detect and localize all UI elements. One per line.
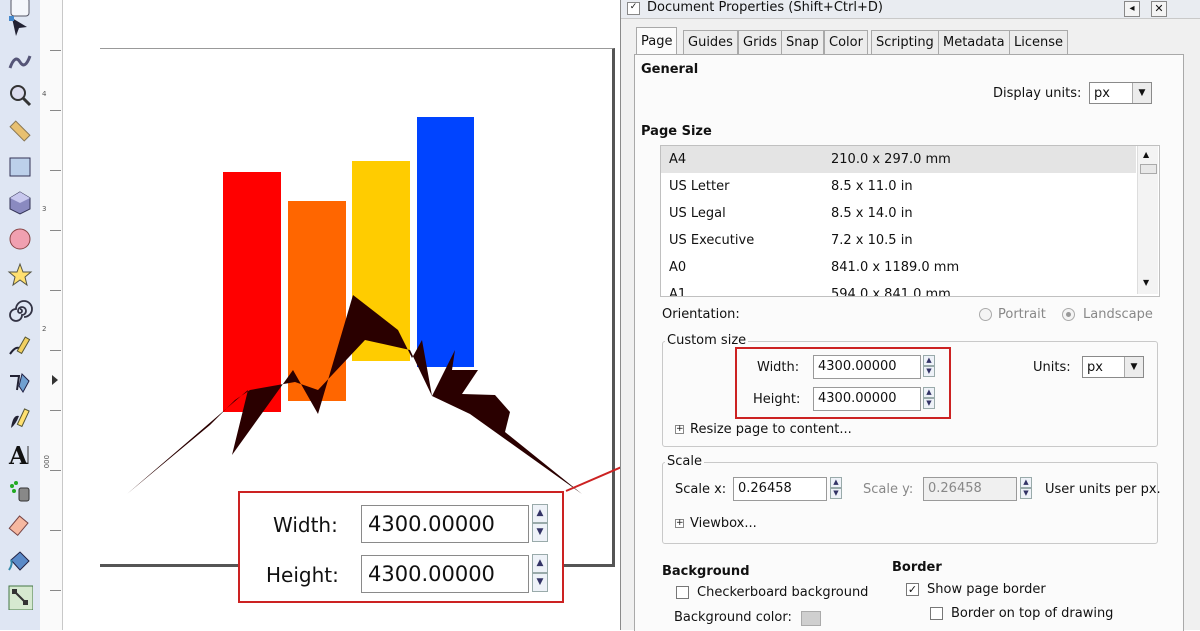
list-item[interactable]: US Executive 7.2 x 10.5 in: [661, 227, 1136, 254]
tab-grids[interactable]: Grids: [738, 30, 783, 55]
tab-license[interactable]: License: [1009, 30, 1069, 55]
callout-width-label: Width:: [273, 513, 338, 537]
dialog-icon: ✓: [627, 2, 640, 15]
size-fields-callout: Width: 4300.00000 ▲ ▼ Height: 4300.00000 …: [238, 491, 564, 603]
display-units-value: px: [1094, 86, 1110, 101]
checkerboard-checkbox[interactable]: [676, 586, 689, 599]
scale-x-label: Scale x:: [675, 482, 727, 497]
show-border-label: Show page border: [927, 582, 1046, 597]
mountain-shape[interactable]: [127, 295, 582, 494]
bg-color-label: Background color:: [674, 610, 792, 625]
callout-height-input[interactable]: 4300.00000: [361, 555, 529, 593]
page-size-scrollbar[interactable]: ▲ ▼: [1137, 146, 1158, 294]
checkerboard-label: Checkerboard background: [697, 585, 869, 600]
units-label: Units:: [1033, 360, 1071, 375]
bg-color-button[interactable]: [801, 611, 821, 626]
portrait-radio[interactable]: [979, 308, 992, 321]
callout-width-input[interactable]: 4300.00000: [361, 505, 529, 543]
scale-x-input[interactable]: 0.26458: [733, 477, 827, 501]
scale-y-spinner: ▲ ▼: [1020, 477, 1032, 501]
dialog-title: Document Properties (Shift+Ctrl+D): [647, 0, 883, 15]
orange-bar[interactable]: [288, 201, 346, 401]
units-value: px: [1087, 360, 1103, 375]
resize-page-expander[interactable]: Resize page to content...: [690, 422, 852, 437]
scale-title: Scale: [665, 454, 704, 469]
scroll-down-icon[interactable]: ▼: [1143, 278, 1149, 287]
scale-y-label: Scale y:: [863, 482, 914, 497]
general-heading: General: [641, 62, 699, 77]
border-on-top-label: Border on top of drawing: [951, 606, 1114, 621]
list-item[interactable]: A4 210.0 x 297.0 mm: [661, 146, 1136, 173]
border-heading: Border: [892, 560, 942, 575]
scroll-up-icon[interactable]: ▲: [1143, 150, 1149, 159]
scale-x-spinner[interactable]: ▲ ▼: [830, 477, 842, 501]
tab-scripting[interactable]: Scripting: [871, 30, 939, 55]
landscape-radio[interactable]: [1062, 308, 1075, 321]
background-heading: Background: [662, 564, 750, 579]
expand-icon[interactable]: +: [675, 519, 684, 528]
callout-height-spinner[interactable]: ▲ ▼: [532, 554, 548, 594]
list-item[interactable]: A0 841.0 x 1189.0 mm: [661, 254, 1136, 281]
tab-metadata[interactable]: Metadata: [938, 30, 1010, 55]
list-item[interactable]: US Legal 8.5 x 14.0 in: [661, 200, 1136, 227]
chevron-down-icon: ▼: [1132, 83, 1151, 103]
portrait-label: Portrait: [998, 307, 1046, 322]
user-units-label: User units per px.: [1045, 482, 1161, 497]
custom-size-title: Custom size: [665, 333, 749, 348]
scale-y-input: 0.26458: [923, 477, 1017, 501]
tab-page[interactable]: Page: [636, 27, 678, 56]
chevron-down-icon: ▼: [1124, 357, 1143, 377]
list-item[interactable]: US Letter 8.5 x 11.0 in: [661, 173, 1136, 200]
landscape-label: Landscape: [1083, 307, 1153, 322]
blue-bar[interactable]: [417, 117, 474, 367]
orientation-label: Orientation:: [662, 307, 740, 322]
scroll-thumb[interactable]: [1140, 164, 1157, 174]
page-size-list[interactable]: A4 210.0 x 297.0 mm US Letter 8.5 x 11.0 i…: [660, 145, 1160, 297]
red-bar[interactable]: [223, 172, 281, 412]
display-units-label: Display units:: [993, 86, 1082, 101]
viewbox-expander[interactable]: Viewbox...: [690, 516, 757, 531]
highlight-box: [735, 347, 951, 419]
dock-icon[interactable]: ◂: [1124, 1, 1140, 17]
page-size-heading: Page Size: [641, 124, 712, 139]
tab-color[interactable]: Color: [824, 30, 868, 55]
display-units-select[interactable]: px ▼: [1089, 82, 1152, 104]
tab-snap[interactable]: Snap: [781, 30, 824, 55]
show-border-checkbox[interactable]: ✓: [906, 583, 919, 596]
border-on-top-checkbox[interactable]: [930, 607, 943, 620]
callout-width-spinner[interactable]: ▲ ▼: [532, 504, 548, 544]
scale-group: [662, 462, 1158, 544]
close-icon[interactable]: ✕: [1151, 1, 1167, 17]
expand-icon[interactable]: +: [675, 425, 684, 434]
units-select[interactable]: px ▼: [1082, 356, 1144, 378]
list-item[interactable]: A1 594.0 x 841.0 mm: [661, 281, 1136, 296]
dialog-titlebar[interactable]: ✓ Document Properties (Shift+Ctrl+D) ◂ ✕: [621, 0, 1200, 19]
callout-height-label: Height:: [266, 563, 339, 587]
tab-guides[interactable]: Guides: [683, 30, 738, 55]
